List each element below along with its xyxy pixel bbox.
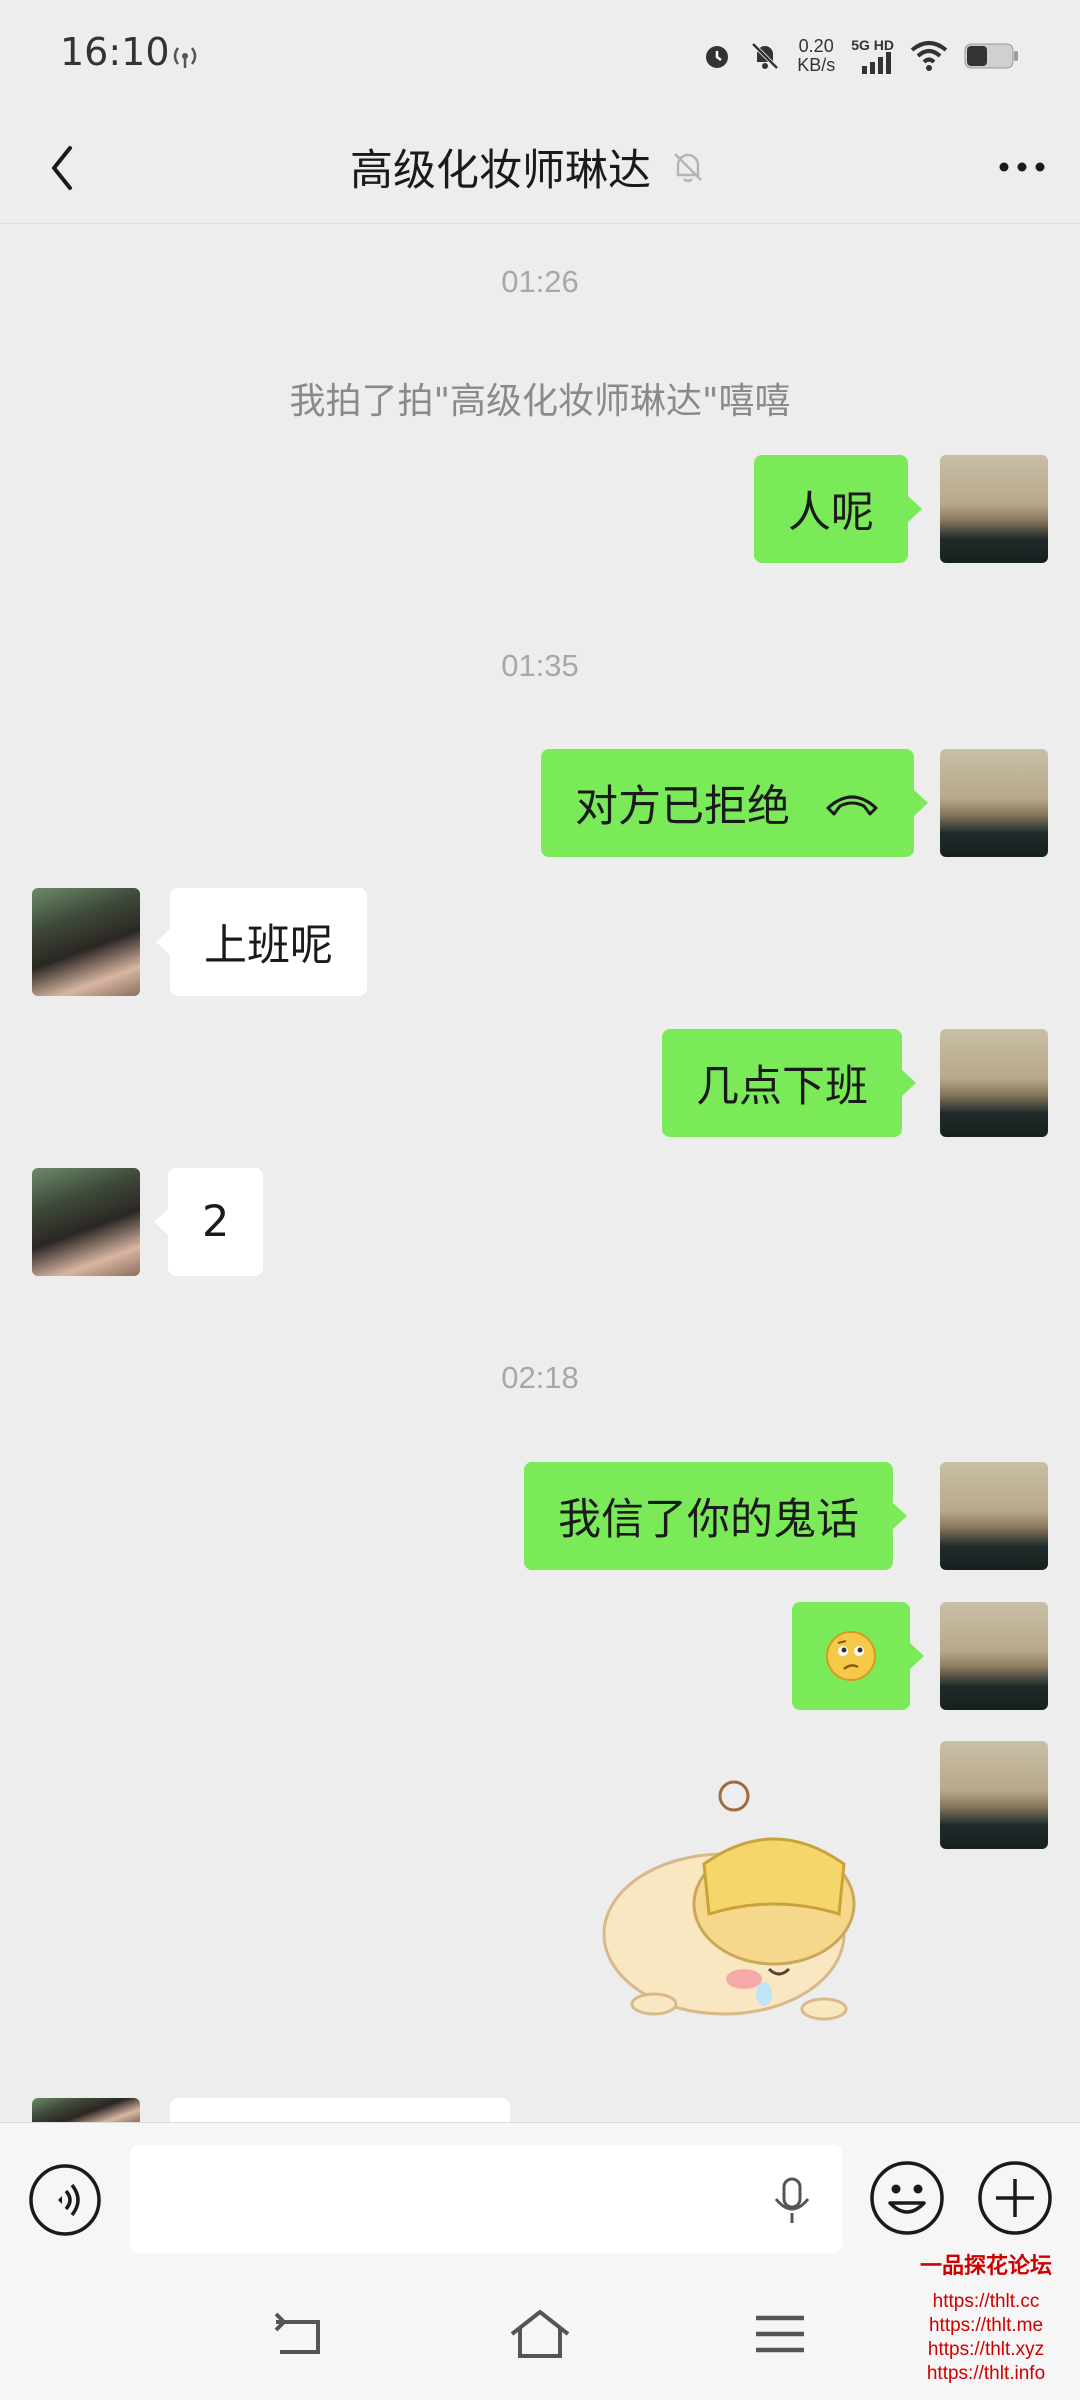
wifi-icon — [910, 41, 948, 71]
plus-icon[interactable] — [976, 2159, 1054, 2237]
watermark: 一品探花论坛 https://thlt.cc https://thlt.me h… — [906, 2248, 1066, 2386]
message-text: 几点下班 — [696, 1062, 868, 1112]
message-text: 上班呢 — [204, 921, 333, 971]
watermark-link: https://thlt.cc — [932, 2291, 1040, 2312]
contact-avatar[interactable] — [32, 2098, 140, 2122]
timestamp: 01:35 — [501, 648, 579, 683]
status-icons: 0.20 KB/s 5G HD — [701, 34, 1020, 78]
message-text: 我信了你的鬼话 — [558, 1495, 859, 1545]
contact-message-bubble[interactable]: 2 — [153, 1168, 264, 1276]
watermark-link: https://thlt.xyz — [927, 2339, 1045, 2360]
contact-message-bubble[interactable] — [170, 2098, 510, 2122]
net-speed: 0.20 KB/s — [797, 37, 835, 75]
my-avatar[interactable] — [940, 1462, 1048, 1570]
more-options-button[interactable] — [992, 142, 1052, 192]
watermark-link: https://thlt.info — [926, 2363, 1046, 2384]
confused-face-emoji — [826, 1631, 876, 1681]
my-message-bubble[interactable]: 我信了你的鬼话 — [524, 1462, 907, 1570]
nav-menu-icon[interactable] — [752, 2308, 808, 2360]
battery-icon — [964, 43, 1018, 69]
my-avatar[interactable] — [940, 1029, 1048, 1137]
timestamp: 02:18 — [501, 1360, 579, 1395]
my-avatar[interactable] — [940, 455, 1048, 563]
call-declined-bubble[interactable]: 对方已拒绝 — [541, 749, 928, 857]
alarm-icon — [706, 46, 729, 68]
message-text: 2 — [202, 1197, 230, 1247]
network-type: 5G HD — [851, 37, 894, 53]
watermark-link: https://thlt.me — [928, 2315, 1044, 2336]
net-speed-value: 0.20 — [798, 36, 834, 56]
title-area: 高级化妆师琳达 — [350, 134, 707, 200]
nav-back-icon[interactable] — [270, 2308, 330, 2364]
back-button[interactable] — [34, 138, 94, 198]
pat-system-message: 我拍了拍"高级化妆师琳达"嘻嘻 — [289, 381, 791, 422]
chat-title: 高级化妆师琳达 — [350, 146, 651, 196]
microphone-icon[interactable] — [770, 2175, 814, 2227]
my-avatar[interactable] — [940, 1602, 1048, 1710]
watermark-title: 一品探花论坛 — [919, 2253, 1052, 2279]
my-message-bubble[interactable]: 几点下班 — [662, 1029, 916, 1137]
nfc-icon — [173, 47, 197, 68]
status-time: 16:10 — [60, 30, 170, 74]
timestamp: 01:26 — [501, 264, 579, 299]
message-text: 人呢 — [788, 488, 874, 538]
contact-message-bubble[interactable]: 上班呢 — [156, 888, 367, 996]
contact-avatar[interactable] — [32, 1168, 140, 1276]
chat-header: 高级化妆师琳达 — [0, 112, 1080, 224]
my-avatar[interactable] — [940, 1741, 1048, 1849]
voice-mode-icon[interactable] — [28, 2163, 102, 2237]
message-input[interactable] — [130, 2145, 842, 2253]
contact-avatar[interactable] — [32, 888, 140, 996]
smiley-icon[interactable] — [868, 2159, 946, 2237]
bell-off-icon — [674, 153, 702, 183]
nav-home-icon[interactable] — [508, 2306, 572, 2364]
my-message-bubble[interactable]: 人呢 — [754, 455, 922, 563]
message-text: 对方已拒绝 — [575, 782, 790, 832]
mute-icon — [751, 42, 779, 70]
net-speed-unit: KB/s — [797, 55, 836, 75]
signal-group: 5G HD — [851, 38, 894, 74]
my-avatar[interactable] — [940, 749, 1048, 857]
signal-icon — [862, 52, 891, 74]
phone-hangup-icon — [826, 795, 878, 816]
hamster-sticker[interactable] — [594, 1774, 894, 2034]
emoji-message-bubble[interactable] — [792, 1602, 924, 1710]
status-bar: 16:10 0.20 KB/s 5G HD — [0, 0, 1080, 112]
